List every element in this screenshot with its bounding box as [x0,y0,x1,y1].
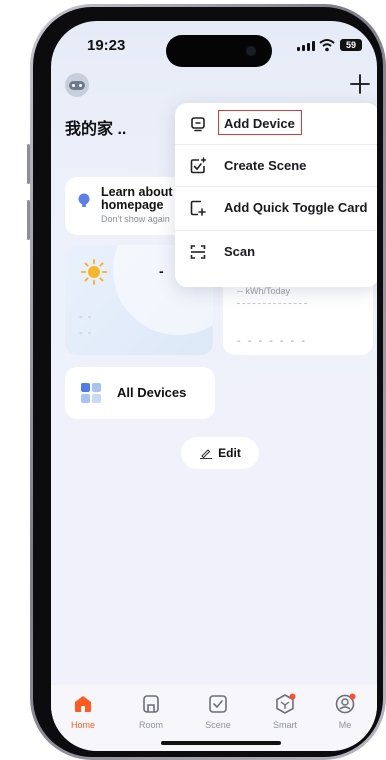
menu-item-label: Create Scene [224,158,307,173]
temperature-value: - [159,263,164,279]
add-device-icon [191,117,205,132]
tab-label: Room [138,720,163,730]
edit-label: Edit [218,446,241,460]
cellular-signal-icon [297,41,315,51]
scene-icon [209,695,227,713]
status-time: 19:23 [87,37,126,54]
app-screen: 19:23 59 我的家 .. Learn about DIY homepage… [51,21,377,751]
notification-badge [289,693,296,700]
menu-item-label: Add Device [224,116,295,131]
home-selector[interactable]: 我的家 .. [65,115,126,139]
tab-room[interactable]: Room [123,693,179,730]
add-plus-icon[interactable] [347,71,373,97]
room-icon [143,695,159,713]
notification-badge [349,693,356,700]
pencil-icon [200,449,213,459]
tab-label: Home [70,720,95,730]
smart-icon [276,693,296,714]
energy-placeholder: - - - - - - - [237,335,307,347]
side-button [27,144,30,184]
menu-item-create-scene[interactable]: Create Scene [175,145,377,187]
create-scene-icon [190,157,207,174]
phone-bezel: 19:23 59 我的家 .. Learn about DIY homepage… [33,7,383,757]
tab-me[interactable]: Me [317,693,373,730]
tab-label: Smart [272,720,297,730]
battery-indicator: 59 [340,39,362,51]
sun-icon [81,259,107,285]
menu-item-label: Add Quick Toggle Card [224,200,368,215]
avatar[interactable] [65,73,89,97]
all-devices-label: All Devices [117,385,187,400]
tab-home[interactable]: Home [55,693,111,730]
phone-frame: 19:23 59 我的家 .. Learn about DIY homepage… [27,4,386,760]
dynamic-island [166,35,272,67]
home-indicator [161,741,281,745]
dont-show-again-link[interactable]: Don't show again [101,214,170,224]
weather-placeholder: - - [79,327,93,339]
scan-icon [190,245,206,259]
add-menu-popup: Add Device Create Scene Add Quick Toggle… [175,103,377,287]
tab-scene[interactable]: Scene [190,693,246,730]
lightbulb-icon [78,193,90,207]
edit-button[interactable]: Edit [181,437,259,469]
menu-item-add-device[interactable]: Add Device [175,103,377,145]
side-button [27,200,30,240]
home-icon [75,696,91,712]
menu-item-label: Scan [224,244,256,259]
add-card-icon [190,200,206,216]
menu-item-scan[interactable]: Scan [175,231,377,273]
energy-today-label: -- kWh/Today [237,286,291,296]
tab-label: Me [338,720,352,730]
me-icon [335,693,356,714]
device-grid-icon [81,383,101,403]
divider [237,303,307,304]
menu-item-add-quick-toggle-card[interactable]: Add Quick Toggle Card [175,187,377,231]
tab-label: Scene [205,720,231,730]
weather-placeholder: - - [79,311,93,323]
tab-smart[interactable]: Smart [257,693,313,730]
wifi-icon [319,39,335,52]
all-devices-card[interactable]: All Devices [65,367,215,419]
